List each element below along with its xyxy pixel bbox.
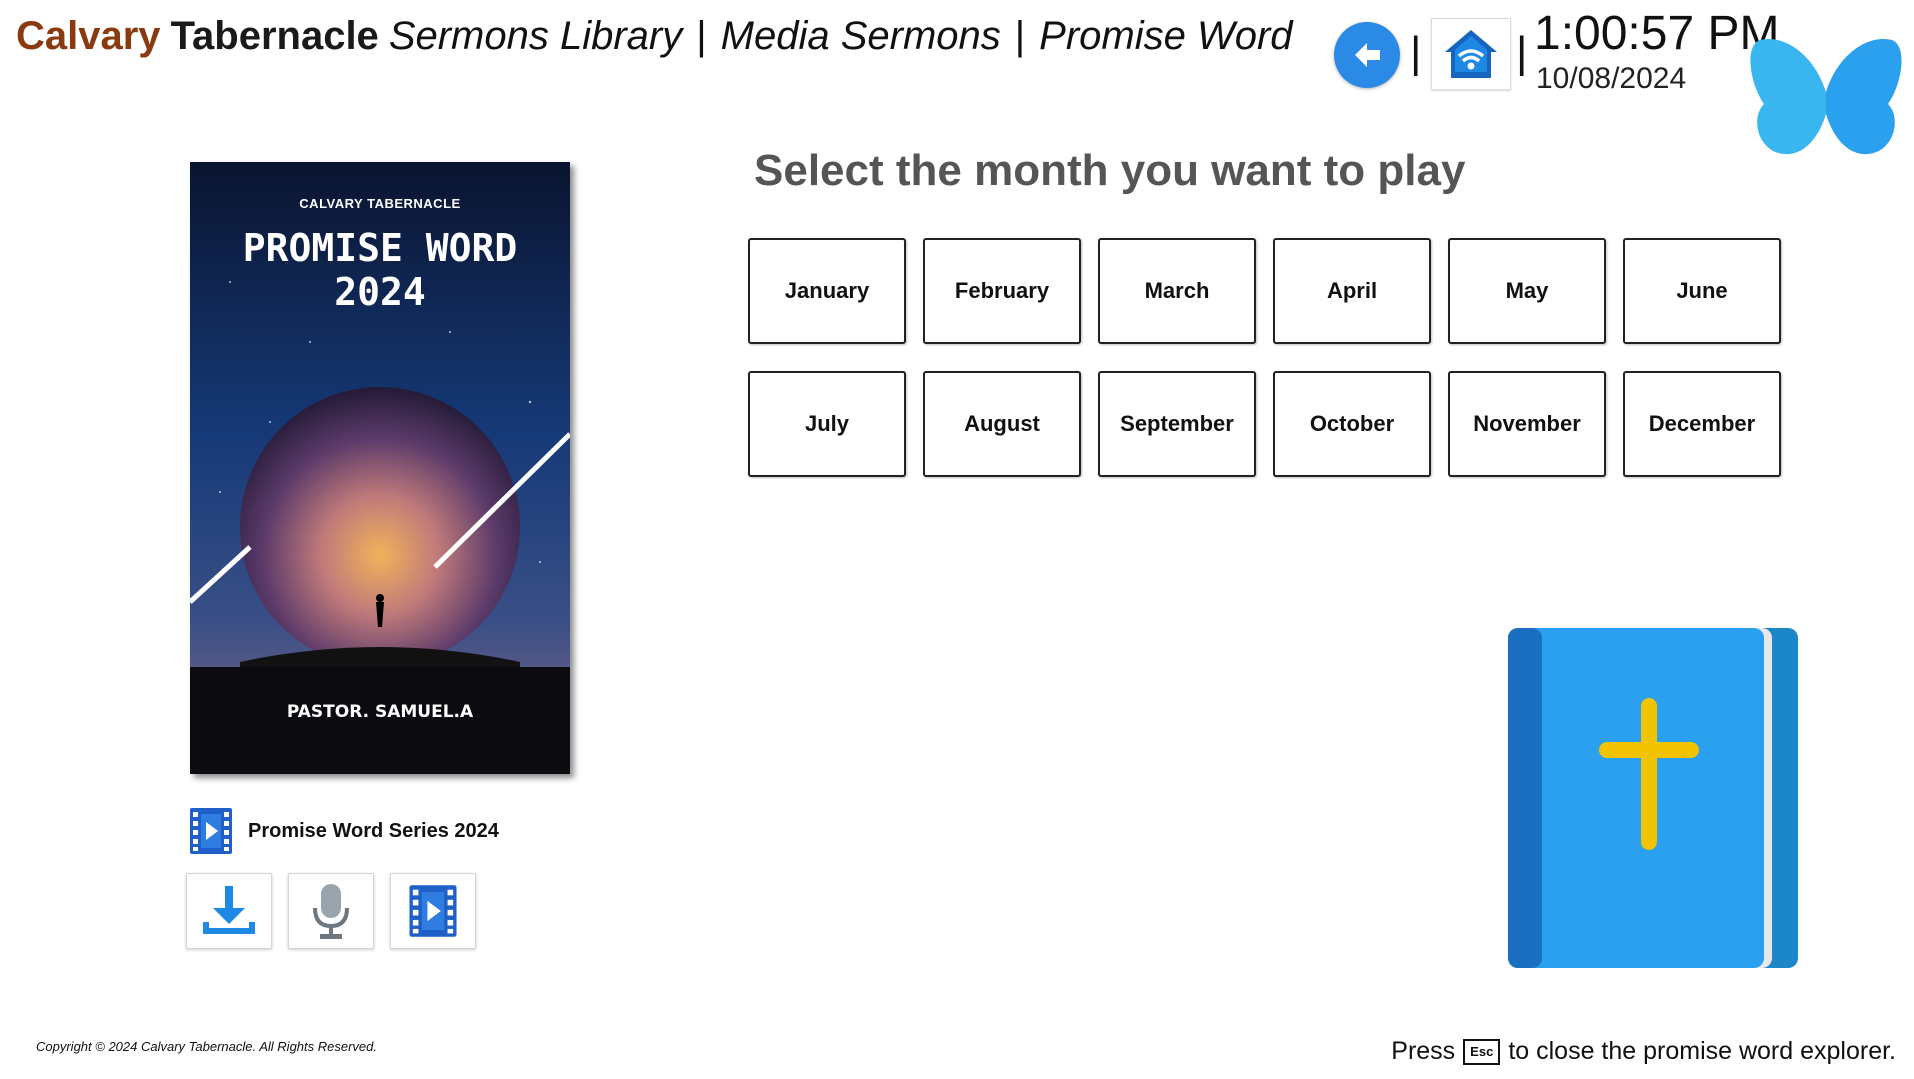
month-button-march[interactable]: March xyxy=(1098,238,1256,344)
home-button[interactable] xyxy=(1431,18,1511,90)
video-file-icon xyxy=(190,808,232,854)
clock-time: 1:00:57 PM xyxy=(1534,7,1780,60)
month-button-april[interactable]: April xyxy=(1273,238,1431,344)
copyright-text: Copyright © 2024 Calvary Tabernacle. All… xyxy=(36,1039,378,1054)
series-row[interactable]: Promise Word Series 2024 xyxy=(188,806,499,856)
month-button-may[interactable]: May xyxy=(1448,238,1606,344)
audio-button[interactable] xyxy=(288,873,374,949)
album-cover: CALVARY TABERNACLE PROMISE WORD 2024 PAS… xyxy=(190,162,570,774)
brand-calvary: Calvary xyxy=(16,14,161,58)
esc-key-badge: Esc xyxy=(1463,1038,1501,1065)
breadcrumb-promise-word: Promise Word xyxy=(1039,14,1293,58)
nav-divider: | xyxy=(1516,28,1528,77)
app-header: Calvary Tabernacle Sermons Library | Med… xyxy=(16,14,1293,74)
month-button-june[interactable]: June xyxy=(1623,238,1781,344)
back-arrow-icon xyxy=(1355,43,1380,67)
cover-author: PASTOR. SAMUEL.A xyxy=(286,702,474,722)
month-button-february[interactable]: February xyxy=(923,238,1081,344)
butterfly-logo-icon xyxy=(1750,38,1902,155)
month-button-september[interactable]: September xyxy=(1098,371,1256,477)
month-select-heading: Select the month you want to play xyxy=(754,146,1466,195)
download-icon xyxy=(203,886,255,934)
brand-tabernacle: Tabernacle xyxy=(170,14,379,58)
month-button-december[interactable]: December xyxy=(1623,371,1781,477)
month-grid: January February March April May June Ju… xyxy=(748,238,1781,477)
home-wifi-icon xyxy=(1445,30,1497,78)
download-button[interactable] xyxy=(186,873,272,949)
media-toolbar xyxy=(186,873,476,949)
breadcrumb-sermons-library[interactable]: Sermons Library xyxy=(389,14,682,59)
month-button-august[interactable]: August xyxy=(923,371,1081,477)
month-button-november[interactable]: November xyxy=(1448,371,1606,477)
clock-date: 10/08/2024 xyxy=(1536,62,1687,95)
video-file-icon xyxy=(409,885,457,937)
month-button-july[interactable]: July xyxy=(748,371,906,477)
breadcrumb-separator: | xyxy=(1014,14,1026,58)
month-button-october[interactable]: October xyxy=(1273,371,1431,477)
back-button[interactable] xyxy=(1334,22,1400,88)
month-button-january[interactable]: January xyxy=(748,238,906,344)
breadcrumb-separator: | xyxy=(696,14,707,58)
esc-hint: Press Esc to close the promise word expl… xyxy=(1391,1037,1896,1066)
bible-icon xyxy=(1508,628,1798,968)
nav-divider: | xyxy=(1410,28,1422,77)
breadcrumb-media-sermons[interactable]: Media Sermons xyxy=(721,14,1001,59)
cover-title: PROMISE WORD 2024 xyxy=(242,226,518,314)
esc-hint-press: Press xyxy=(1391,1037,1456,1065)
esc-hint-rest: to close the promise word explorer. xyxy=(1508,1037,1896,1065)
microphone-icon xyxy=(313,884,349,939)
video-button[interactable] xyxy=(390,873,476,949)
series-label: Promise Word Series 2024 xyxy=(248,819,499,842)
cover-publisher: CALVARY TABERNACLE xyxy=(299,196,461,211)
